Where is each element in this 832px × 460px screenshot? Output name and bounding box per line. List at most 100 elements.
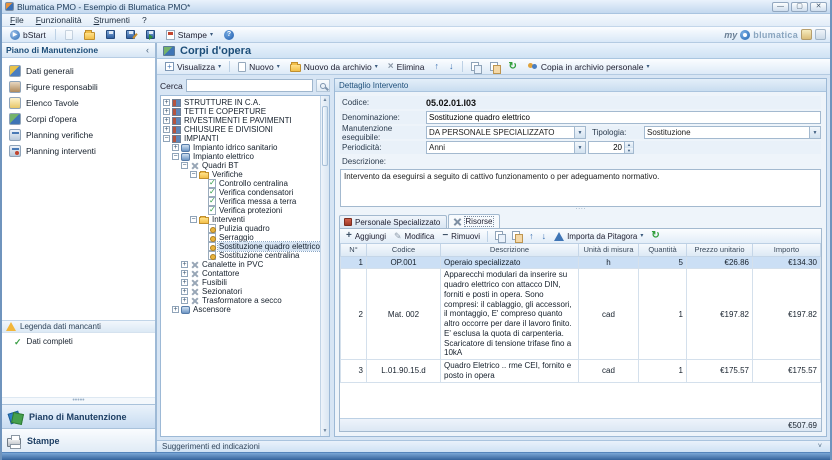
chevron-down-icon[interactable]: ▼ <box>574 142 585 153</box>
statusbar-chevron-icon[interactable]: ˅ <box>815 443 825 450</box>
periodicita-spinner[interactable]: ▲▼ <box>588 141 634 154</box>
sidebar-item-planver[interactable]: Planning verifiche <box>6 127 155 143</box>
tree-scrollbar[interactable]: ▲ ▼ <box>320 96 329 436</box>
rimuovi-button[interactable]: − Rimuovi <box>439 231 483 241</box>
section-printer[interactable]: Stampe <box>2 428 155 452</box>
periodicita-value-field[interactable] <box>589 142 624 153</box>
scroll-up-icon[interactable]: ▲ <box>321 96 329 105</box>
tab-personale-specializzato[interactable]: Personale Specializzato <box>339 215 448 228</box>
tree-item[interactable]: + Sezionatori <box>163 287 320 296</box>
grid-refresh-button[interactable]: ↻ <box>648 231 662 241</box>
move-down-button[interactable]: ↓ <box>445 61 458 72</box>
table-row[interactable]: 3 L.01.90.15.d Quadro Eletrico .. rme CEI,… <box>340 359 821 383</box>
sidebar-item-tavole[interactable]: Elenco Tavole <box>6 95 155 111</box>
bstart-button[interactable]: ▶ bStart <box>6 29 50 41</box>
expand-icon[interactable]: + <box>181 261 188 268</box>
scroll-thumb[interactable] <box>322 106 328 166</box>
expand-icon[interactable]: + <box>163 99 170 106</box>
tree-item[interactable]: Sostituzione centralina <box>163 251 320 260</box>
save-as-button[interactable] <box>122 29 139 40</box>
grid-paste-button[interactable] <box>509 231 524 243</box>
column-header[interactable]: Codice <box>366 244 441 257</box>
column-header[interactable]: Prezzo unitario <box>686 244 753 257</box>
table-row[interactable]: 1 OP.001 Operaio specializzato h 5 €26.86 €134… <box>340 255 821 270</box>
collapse-icon[interactable]: − <box>163 135 170 142</box>
move-up-button[interactable]: ↑ <box>431 61 444 72</box>
tree-item[interactable]: Verifica messa a terra <box>163 196 320 206</box>
tree-item[interactable]: + Trasformatore a secco <box>163 296 320 305</box>
expand-icon[interactable]: + <box>181 297 188 304</box>
tree-item[interactable]: − Quadri BT <box>163 161 320 170</box>
aggiungi-button[interactable]: + Aggiungi <box>343 231 389 241</box>
expand-icon[interactable]: + <box>181 288 188 295</box>
scroll-down-icon[interactable]: ▼ <box>321 427 329 436</box>
search-input[interactable] <box>185 79 313 92</box>
tree-item[interactable]: Controllo centralina <box>163 178 320 188</box>
stampe-button[interactable]: Stampe ▾ <box>162 29 217 41</box>
menu-help[interactable]: ? <box>136 15 153 25</box>
column-header[interactable]: Unità di misura <box>578 244 639 257</box>
section-fan[interactable]: Piano di Manutenzione <box>2 404 155 428</box>
help-button[interactable]: ? <box>220 29 238 41</box>
copia-archivio-button[interactable]: Copia in archivio personale ▾ <box>523 61 654 73</box>
sidebar-item-planint[interactable]: Planning interventi <box>6 143 155 159</box>
importa-pitagora-button[interactable]: Importa da Pitagora ▾ <box>551 231 646 241</box>
chevron-down-icon[interactable]: ▼ <box>809 127 820 138</box>
copy-button[interactable] <box>467 61 484 74</box>
close-button[interactable]: ✕ <box>810 1 827 12</box>
expand-icon[interactable]: + <box>163 117 170 124</box>
tree-item[interactable]: + CHIUSURE E DIVISIONI <box>163 125 320 134</box>
sidebar-item-corpi[interactable]: Corpi d'opera <box>6 111 155 127</box>
user-account-icon[interactable] <box>801 29 812 40</box>
menu-file[interactable]: File <box>4 15 30 25</box>
tree-item[interactable]: + STRUTTURE IN C.A. <box>163 98 320 107</box>
tree-item[interactable]: + Canalette in PVC <box>163 260 320 269</box>
refresh-button[interactable]: ↻ <box>505 61 521 73</box>
manutenzione-select[interactable]: DA PERSONALE SPECIALIZZATO ▼ <box>426 126 586 139</box>
chevron-down-icon[interactable]: ▼ <box>574 127 585 138</box>
column-header[interactable]: Quantità <box>638 244 687 257</box>
collapse-icon[interactable]: − <box>172 153 179 160</box>
tree-item[interactable]: + Contattore <box>163 269 320 278</box>
collapse-icon[interactable]: − <box>181 162 188 169</box>
tree-item[interactable]: + TETTI E COPERTURE <box>163 107 320 116</box>
new-document-button[interactable] <box>61 29 77 41</box>
tree-item[interactable]: − Interventi <box>163 215 320 224</box>
tree-item[interactable]: Verifica condensatori <box>163 187 320 197</box>
visualizza-button[interactable]: + Visualizza ▾ <box>161 61 225 73</box>
maximize-button[interactable]: ▢ <box>791 1 808 12</box>
denominazione-field[interactable] <box>426 111 821 124</box>
periodicita-select[interactable]: Anni ▼ <box>426 141 586 154</box>
tab-risorse[interactable]: Risorse <box>448 214 500 228</box>
tree-item[interactable]: − Verifiche <box>163 170 320 179</box>
sidebar-splitter[interactable]: ••••• <box>2 397 155 404</box>
expand-icon[interactable]: + <box>172 144 179 151</box>
expand-icon[interactable]: + <box>163 126 170 133</box>
expand-icon[interactable]: + <box>181 279 188 286</box>
save-button[interactable] <box>102 29 119 40</box>
collapse-icon[interactable]: − <box>190 216 197 223</box>
column-header[interactable]: N° <box>340 244 367 257</box>
minimize-button[interactable]: — <box>772 1 789 12</box>
row-down-button[interactable]: ↓ <box>539 231 550 241</box>
column-header[interactable]: Importo <box>752 244 821 257</box>
spinner-down-icon[interactable]: ▼ <box>625 147 633 153</box>
elimina-button[interactable]: × Elimina <box>384 61 429 73</box>
expand-icon[interactable]: + <box>163 108 170 115</box>
tree-item[interactable]: + Fusibili <box>163 278 320 287</box>
tree-item[interactable]: Sostituzione quadro elettrico <box>163 241 320 252</box>
search-button[interactable] <box>316 79 330 92</box>
collapse-icon[interactable]: − <box>190 171 197 178</box>
descrizione-field[interactable]: Intervento da eseguirsi a seguito di cat… <box>340 169 821 207</box>
tree-item[interactable]: Verifica protezioni <box>163 205 320 215</box>
nuovo-da-archivio-button[interactable]: Nuovo da archivio ▾ <box>286 61 382 73</box>
tipologia-select[interactable]: Sostituzione ▼ <box>644 126 821 139</box>
column-header[interactable]: Descrizione <box>440 244 579 257</box>
open-button[interactable] <box>80 29 99 41</box>
tree-item[interactable]: − IMPIANTI <box>163 134 320 143</box>
sidebar-item-general[interactable]: Dati generali <box>6 63 155 79</box>
expand-icon[interactable]: + <box>172 306 179 313</box>
tree-item[interactable]: + Ascensore <box>163 305 320 314</box>
row-up-button[interactable]: ↑ <box>526 231 537 241</box>
nuovo-button[interactable]: Nuovo ▾ <box>234 61 284 73</box>
